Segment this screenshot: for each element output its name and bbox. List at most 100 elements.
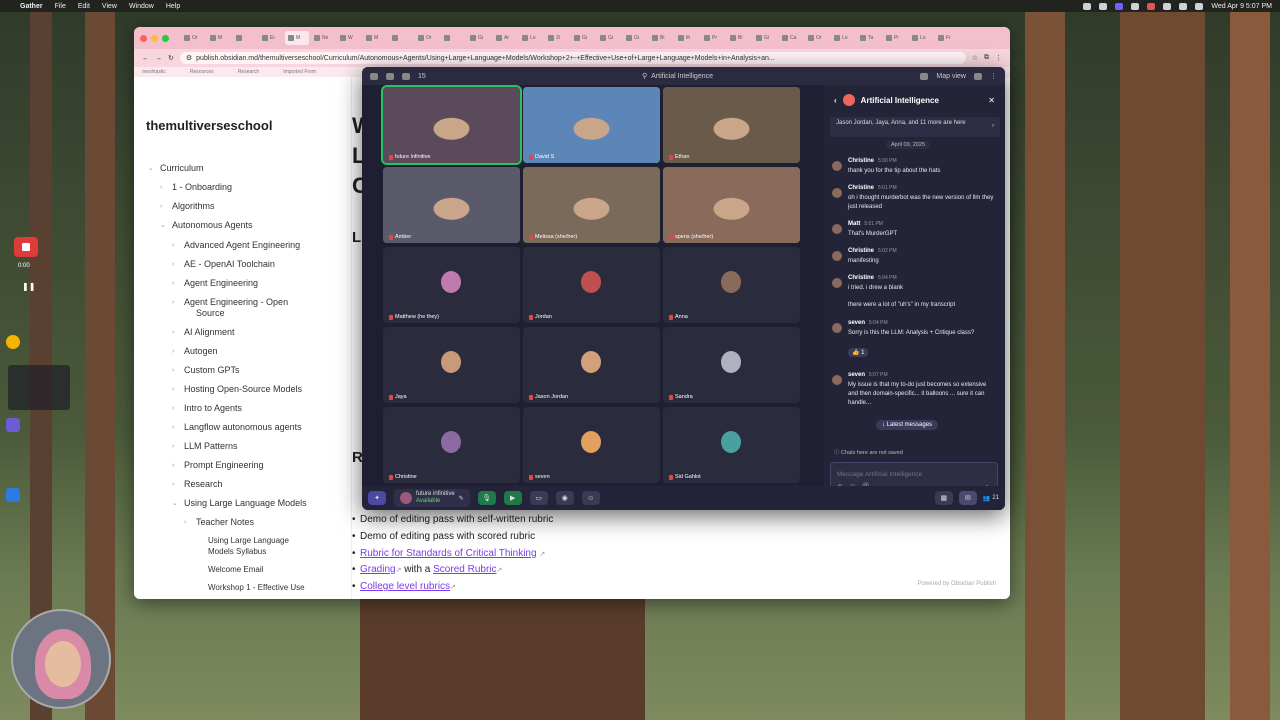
vscode-icon[interactable] <box>6 488 20 502</box>
browser-tab[interactable]: M <box>363 31 387 45</box>
sidebar-item[interactable]: › Teacher Notes <box>184 517 254 527</box>
browser-tab[interactable]: Or <box>181 31 205 45</box>
app-icon[interactable] <box>6 335 20 349</box>
sidebar-item[interactable]: ⌄ Using Large Language Models <box>172 498 307 508</box>
bookmark[interactable]: Imported From <box>283 69 316 75</box>
sidebar-item[interactable]: ⌄ Curriculum <box>148 163 204 173</box>
camera-button[interactable]: ▶ <box>503 491 522 505</box>
browser-tab[interactable]: Or <box>415 31 439 45</box>
participant-tile[interactable]: Sid Gahlot <box>663 407 800 483</box>
college-rubrics-link[interactable]: College level rubrics <box>360 581 450 592</box>
reload-icon[interactable]: ↻ <box>168 54 174 62</box>
browser-tab[interactable]: Lo <box>909 31 933 45</box>
search-icon[interactable] <box>1195 2 1204 10</box>
browser-tab[interactable] <box>233 31 257 45</box>
people-icon[interactable] <box>402 72 410 80</box>
back-icon[interactable]: ← <box>142 55 149 62</box>
link-icon[interactable] <box>370 72 378 80</box>
participant-tile[interactable]: Melissa (she/her) <box>523 167 660 243</box>
browser-tab[interactable]: Lo <box>831 31 855 45</box>
edit-icon[interactable]: ✎ <box>459 495 464 502</box>
more-icon[interactable]: ⋮ <box>990 72 997 80</box>
url-input[interactable]: ⚙ publish.obsidian.md/themultiverseschoo… <box>179 52 966 64</box>
bookmark[interactable]: Resources <box>190 69 214 75</box>
participant-tile[interactable]: Matthew (he they) <box>383 247 520 323</box>
map-icon[interactable] <box>920 72 929 80</box>
self-status[interactable]: future infinitive Available ✎ <box>394 489 470 507</box>
reaction-badge[interactable]: 👍 1 <box>848 348 869 357</box>
browser-tab[interactable]: Or <box>805 31 829 45</box>
sidebar-item[interactable]: Models Syllabus <box>196 547 266 556</box>
browser-tab[interactable]: Pi <box>883 31 907 45</box>
sidebar-item[interactable]: › Custom GPTs <box>172 365 240 375</box>
status-icon[interactable] <box>1083 2 1092 10</box>
status-icon[interactable] <box>1131 2 1140 10</box>
browser-tab[interactable]: Lo <box>519 31 543 45</box>
effects-button[interactable]: ◉ <box>555 491 574 505</box>
browser-tab[interactable]: Bi <box>727 31 751 45</box>
browser-tab[interactable]: Bi <box>649 31 673 45</box>
menu-window[interactable]: Window <box>129 3 154 10</box>
mic-button[interactable]: 🎙 <box>477 491 496 505</box>
browser-tab[interactable]: Ca <box>779 31 803 45</box>
browser-tab[interactable]: Ta <box>857 31 881 45</box>
participant-tile[interactable]: Jaya <box>383 327 520 403</box>
browser-tab[interactable]: Fr <box>935 31 959 45</box>
browser-tab[interactable]: M <box>285 31 309 45</box>
sidebar-item[interactable]: › Agent Engineering - Open <box>172 297 288 307</box>
sidebar-item[interactable]: ⌄ Autonomous Agents <box>160 220 253 230</box>
sidebar-item[interactable]: › Langflow autonomous agents <box>172 422 302 432</box>
site-title[interactable]: themultiverseschool <box>146 118 272 133</box>
layout-icon[interactable] <box>974 72 982 80</box>
menu-edit[interactable]: Edit <box>78 3 90 10</box>
message-input[interactable] <box>831 466 981 483</box>
menu-file[interactable]: File <box>55 3 66 10</box>
latest-messages-button[interactable]: ↓ Latest messages <box>876 420 939 430</box>
powered-by[interactable]: Powered by Obsidian Publish <box>918 581 996 587</box>
participant-tile[interactable]: Sandra <box>663 327 800 403</box>
sidebar-item[interactable]: › Advanced Agent Engineering <box>172 240 300 250</box>
browser-tab[interactable]: Er <box>259 31 283 45</box>
sidebar-item[interactable]: Using Large Language <box>196 536 289 545</box>
browser-tab[interactable] <box>389 31 413 45</box>
browser-tab[interactable]: Ar <box>493 31 517 45</box>
pause-icon[interactable]: ❚❚ <box>22 282 35 291</box>
browser-tab[interactable]: Gi <box>753 31 777 45</box>
browser-tab[interactable]: Gi <box>467 31 491 45</box>
rubric-link[interactable]: Rubric for Standards of Critical Thinkin… <box>360 548 537 559</box>
participant-tile[interactable]: future infinitive <box>381 85 522 165</box>
settings-icon[interactable] <box>386 72 394 80</box>
sidebar-item[interactable]: › Research <box>172 479 223 489</box>
browser-tab[interactable]: Pr <box>701 31 725 45</box>
sidebar-item[interactable]: Source <box>184 308 225 318</box>
status-icon[interactable] <box>1147 2 1156 10</box>
battery-icon[interactable] <box>1179 2 1188 10</box>
menu-view[interactable]: View <box>102 3 117 10</box>
map-view-button[interactable]: Map view <box>936 73 966 80</box>
screen-share-icon[interactable] <box>1115 2 1124 10</box>
sidebar-item[interactable]: › Autogen <box>172 346 218 356</box>
participant-tile[interactable]: Ethan <box>663 87 800 163</box>
sidebar-item[interactable]: › AE - OpenAI Toolchain <box>172 259 275 269</box>
browser-tab[interactable]: Gi <box>623 31 647 45</box>
close-window-button[interactable] <box>140 34 147 42</box>
participant-tile[interactable]: Jordan <box>523 247 660 323</box>
participant-tile[interactable]: Christine <box>383 407 520 483</box>
browser-tab[interactable]: Zi <box>545 31 569 45</box>
stop-recording-button[interactable] <box>14 237 38 257</box>
browser-tab[interactable]: th <box>675 31 699 45</box>
menu-help[interactable]: Help <box>166 3 180 10</box>
sidebar-item[interactable]: › LLM Patterns <box>172 441 238 451</box>
menu-app-name[interactable]: Gather <box>20 3 43 10</box>
sidebar-item[interactable]: › Hosting Open-Source Models <box>172 384 302 394</box>
participant-tile[interactable]: spens (she/her) <box>663 167 800 243</box>
calendar-button[interactable]: ▦ <box>934 491 953 505</box>
app-icon[interactable] <box>6 418 20 432</box>
sidebar-item[interactable]: › Prompt Engineering <box>172 460 264 470</box>
browser-tab[interactable] <box>441 31 465 45</box>
participant-tile[interactable]: David S <box>523 87 660 163</box>
browser-tab[interactable]: Ne <box>311 31 335 45</box>
forward-icon[interactable]: → <box>155 55 162 62</box>
chat-button[interactable]: ✉ <box>958 491 977 505</box>
sidebar-item[interactable]: › Agent Engineering <box>172 278 258 288</box>
